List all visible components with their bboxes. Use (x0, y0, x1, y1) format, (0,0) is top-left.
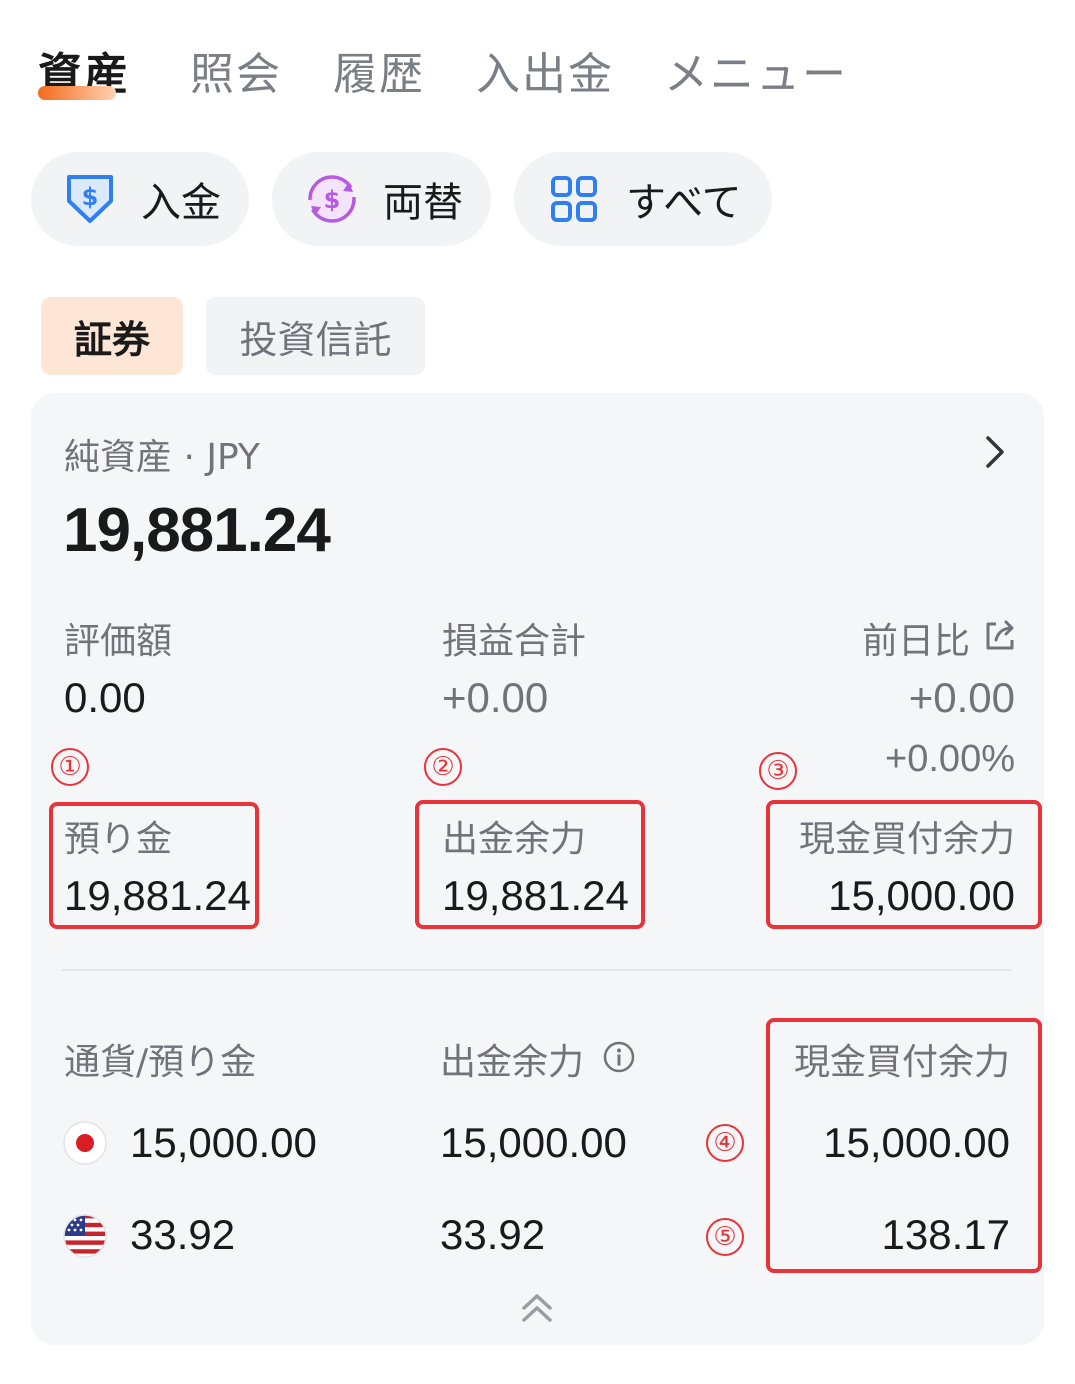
jpy-cash-buying-value: 15,000.00 (823, 1119, 1010, 1166)
info-icon[interactable] (602, 1040, 636, 1078)
deposit-value: 19,881.24 (64, 872, 251, 919)
net-assets-title: 純資産 · JPY (64, 437, 260, 478)
chevron-right-icon[interactable] (982, 434, 1008, 474)
collapse-chevron-up-icon[interactable] (518, 1290, 556, 1332)
annotation-marker-1: ① (51, 748, 89, 786)
all-actions-button[interactable]: すべて (514, 152, 772, 246)
withdrawable-value: 19,881.24 (442, 872, 629, 919)
annotation-marker-3: ③ (759, 752, 797, 790)
active-tab-indicator (38, 86, 116, 100)
net-assets-value: 19,881.24 (63, 496, 331, 565)
svg-text:$: $ (82, 183, 99, 211)
currency-deposit-header: 通貨/預り金 (64, 1042, 257, 1083)
currency-withdrawable-header: 出金余力 (440, 1042, 585, 1083)
usd-cash-buying-value: 138.17 (881, 1211, 1010, 1258)
usd-withdrawable-value: 33.92 (440, 1211, 546, 1258)
jpy-deposit-value: 15,000.00 (130, 1119, 317, 1166)
valuation-label: 評価額 (64, 621, 173, 662)
jpy-withdrawable-value: 15,000.00 (440, 1119, 627, 1166)
annotation-marker-5: ⑤ (706, 1218, 744, 1256)
segment-investment-trust[interactable]: 投資信託 (206, 297, 425, 375)
pl-total-label: 損益合計 (442, 621, 587, 662)
deposit-label: 預り金 (64, 819, 173, 860)
grid-icon (550, 175, 598, 223)
deposit-button[interactable]: $ 入金 (31, 152, 249, 246)
japan-flag-icon (63, 1121, 107, 1169)
day-change-percent: +0.00% (885, 738, 1015, 780)
deposit-shield-icon: $ (63, 171, 117, 227)
us-flag-icon (63, 1214, 107, 1262)
usd-deposit-value: 33.92 (130, 1211, 236, 1258)
deposit-label: 入金 (141, 180, 221, 226)
tab-inquiry[interactable]: 照会 (190, 38, 282, 102)
day-change-value: +0.00 (908, 674, 1015, 721)
exchange-button[interactable]: $ 両替 (272, 152, 491, 246)
tab-history[interactable]: 履歴 (333, 38, 425, 102)
top-nav: 資産 照会 履歴 入出金 メニュー (38, 30, 1038, 120)
cash-buying-label: 現金買付余力 (798, 819, 1015, 860)
share-icon[interactable] (982, 618, 1018, 658)
svg-text:$: $ (324, 186, 341, 214)
exchange-icon: $ (305, 172, 359, 226)
exchange-label: 両替 (383, 180, 463, 226)
cash-buying-value: 15,000.00 (828, 872, 1015, 919)
section-divider (62, 969, 1012, 971)
day-change-label: 前日比 (861, 621, 970, 662)
annotation-marker-2: ② (424, 748, 462, 786)
withdrawable-label: 出金余力 (442, 819, 587, 860)
all-actions-label: すべて (626, 180, 742, 226)
annotation-marker-4: ④ (706, 1124, 744, 1162)
currency-cash-buying-header: 現金買付余力 (793, 1042, 1010, 1083)
tab-menu[interactable]: メニュー (664, 38, 848, 102)
tab-deposit-withdraw[interactable]: 入出金 (476, 38, 614, 102)
valuation-value: 0.00 (64, 674, 146, 721)
pl-total-value: +0.00 (442, 674, 549, 721)
segment-securities[interactable]: 証券 (41, 297, 183, 375)
